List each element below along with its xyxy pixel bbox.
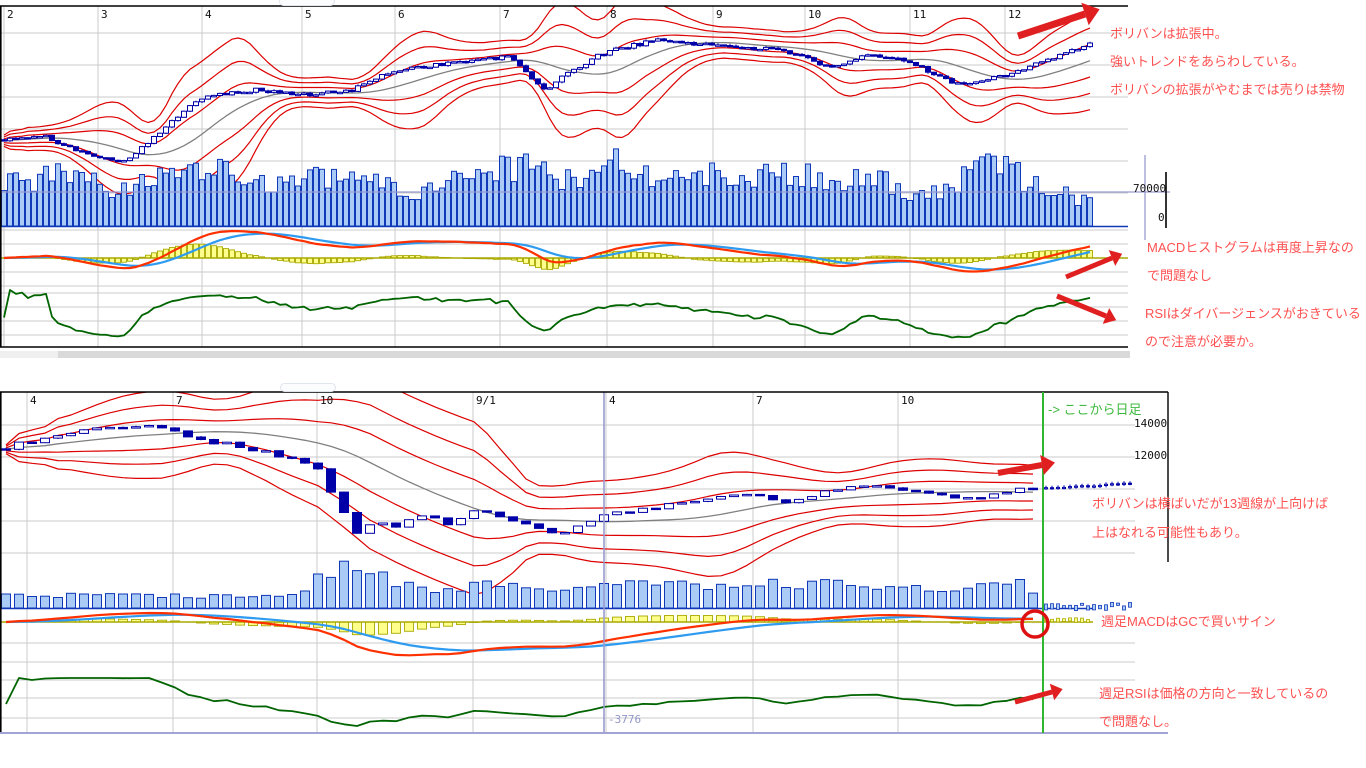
tooltip-remnant-top — [279, 0, 335, 6]
daily-chart — [0, 0, 1128, 347]
tooltip-remnant-bottom — [280, 383, 336, 392]
weekly-chart-bollinger-bands — [6, 374, 1033, 594]
price-arrow — [998, 455, 1055, 475]
rsi-arrow — [1015, 684, 1063, 702]
daily-chart-macd — [0, 231, 1128, 272]
golden-cross-circle — [1022, 611, 1048, 637]
weekly-chart-rsi — [6, 678, 1033, 726]
charts-canvas[interactable] — [0, 0, 1366, 768]
chart-analysis-page: 70000 0 14000 12000 -3776 ボリバンは拡張中。 強いトレ… — [0, 0, 1366, 768]
weekly-chart-grid — [0, 392, 1135, 733]
weekly-chart-candles — [2, 425, 1038, 534]
horizontal-scrollbar[interactable] — [0, 351, 1130, 358]
weekly-chart-border — [0, 392, 1168, 733]
trend-arrow — [1018, 3, 1100, 36]
weekly-chart — [0, 374, 1135, 733]
weekly-chart-volume — [0, 561, 1095, 608]
rsi-arrow — [1057, 296, 1116, 324]
daily-chart-candles — [2, 38, 1093, 163]
daily-chart-rsi — [4, 290, 1090, 338]
weekly-chart-macd — [0, 613, 1093, 655]
daily-tail — [1045, 481, 1132, 622]
scrollbar-track-light — [0, 351, 58, 358]
